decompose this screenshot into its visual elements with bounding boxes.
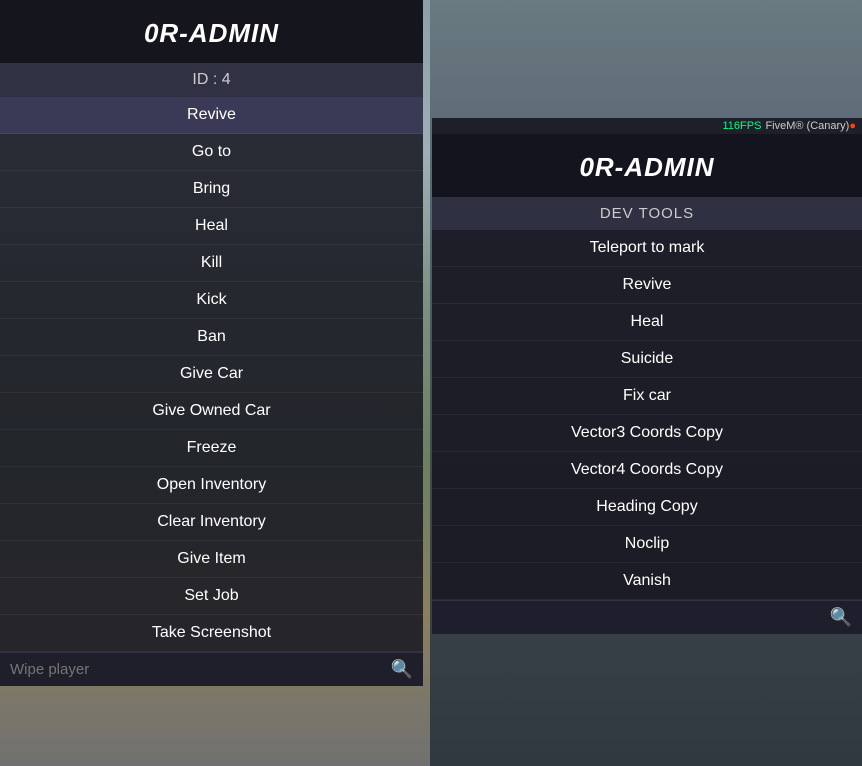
left-menu-item-5[interactable]: Kick [0,282,423,319]
left-menu-item-6[interactable]: Ban [0,319,423,356]
right-menu-item-5[interactable]: Vector3 Coords Copy [432,415,862,452]
right-panel: 0R-ADMIN DEV TOOLS Teleport to markReviv… [432,118,862,634]
left-menu-item-11[interactable]: Clear Inventory [0,504,423,541]
left-menu-item-7[interactable]: Give Car [0,356,423,393]
right-menu-item-6[interactable]: Vector4 Coords Copy [432,452,862,489]
right-menu-item-2[interactable]: Heal [432,304,862,341]
left-search-icon[interactable]: 🔍 [391,659,413,680]
right-panel-title: 0R-ADMIN [432,134,862,197]
left-menu-item-2[interactable]: Bring [0,171,423,208]
left-menu-list: ReviveGo toBringHealKillKickBanGive CarG… [0,97,423,652]
left-menu-item-9[interactable]: Freeze [0,430,423,467]
left-menu-item-0[interactable]: Revive [0,97,423,134]
left-menu-item-13[interactable]: Set Job [0,578,423,615]
right-menu-item-7[interactable]: Heading Copy [432,489,862,526]
left-menu-item-12[interactable]: Give Item [0,541,423,578]
left-search-row: 🔍 [0,652,423,686]
left-menu-item-10[interactable]: Open Inventory [0,467,423,504]
right-menu-item-9[interactable]: Vanish [432,563,862,600]
right-search-icon[interactable]: 🔍 [830,607,852,628]
section-header: DEV TOOLS [432,197,862,230]
left-menu-item-1[interactable]: Go to [0,134,423,171]
left-panel-title: 0R-ADMIN [0,0,423,63]
left-menu-item-4[interactable]: Kill [0,245,423,282]
left-menu-item-8[interactable]: Give Owned Car [0,393,423,430]
right-menu-item-8[interactable]: Noclip [432,526,862,563]
right-menu-item-0[interactable]: Teleport to mark [432,230,862,267]
right-menu-list: Teleport to markReviveHealSuicideFix car… [432,230,862,600]
right-search-row: 🔍 [432,600,862,634]
left-search-input[interactable] [10,661,391,678]
left-menu-item-14[interactable]: Take Screenshot [0,615,423,652]
left-menu-item-3[interactable]: Heal [0,208,423,245]
player-id: ID : 4 [0,63,423,97]
right-menu-item-3[interactable]: Suicide [432,341,862,378]
left-panel: 0R-ADMIN ID : 4 ReviveGo toBringHealKill… [0,0,423,686]
right-search-input[interactable] [442,609,830,626]
right-menu-item-4[interactable]: Fix car [432,378,862,415]
right-menu-item-1[interactable]: Revive [432,267,862,304]
